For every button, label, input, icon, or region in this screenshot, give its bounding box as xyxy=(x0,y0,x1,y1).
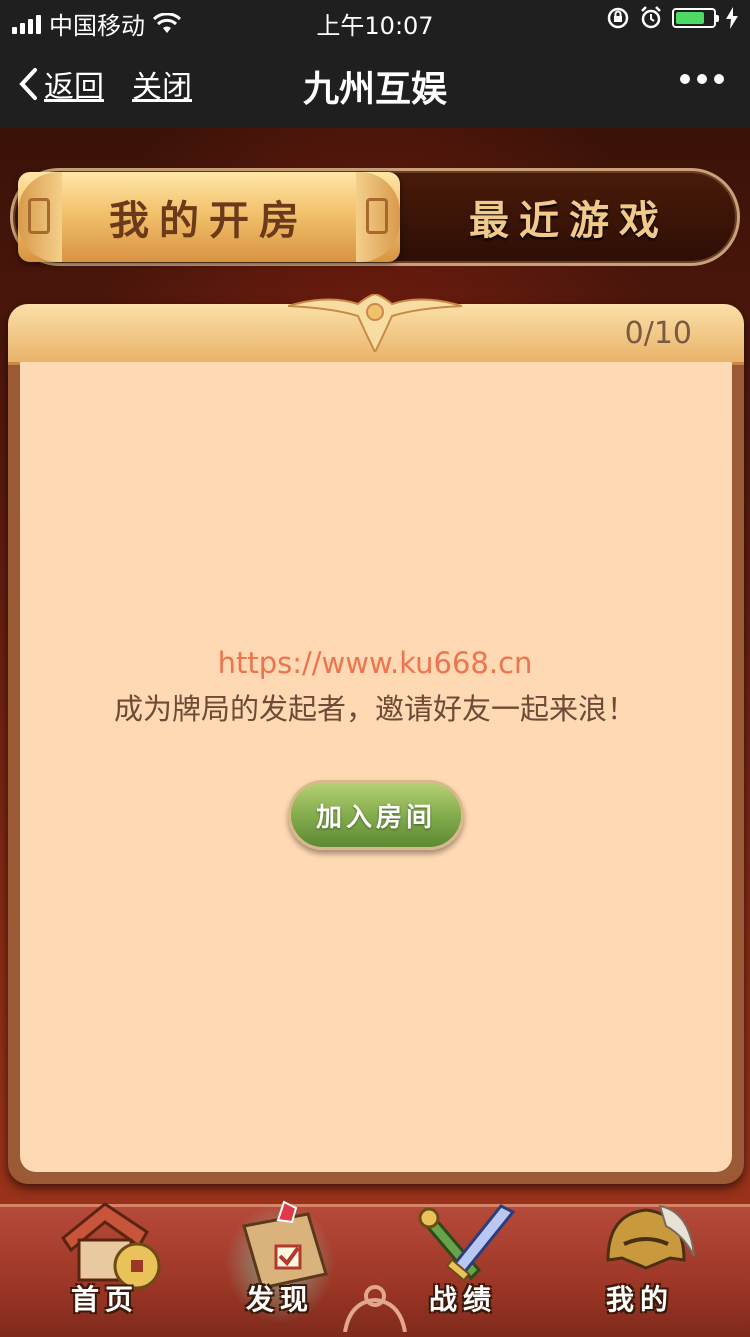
cloud-ornament-icon xyxy=(288,294,462,352)
nav-item-records[interactable]: 战绩 xyxy=(388,1196,538,1332)
nav-label: 我的 xyxy=(605,1283,674,1316)
close-button[interactable]: 关闭 xyxy=(132,62,192,106)
alarm-icon xyxy=(641,6,661,29)
more-button[interactable] xyxy=(680,74,724,84)
back-button[interactable]: 返回 xyxy=(18,62,104,106)
tab-label: 我的开房 xyxy=(109,197,309,244)
battery-icon xyxy=(672,8,719,28)
knot-ornament-icon xyxy=(356,172,400,262)
ellipsis-icon xyxy=(680,74,690,84)
nav-item-discover[interactable]: 发现 xyxy=(205,1196,355,1332)
tab-my-rooms[interactable]: 我的开房 xyxy=(18,172,400,262)
join-room-button[interactable]: 加入房间 xyxy=(288,780,464,850)
status-bar: 中国移动 上午10:07 xyxy=(0,0,750,40)
status-right xyxy=(606,6,738,30)
nav-label: 首页 xyxy=(70,1283,139,1316)
nav-label: 战绩 xyxy=(428,1283,497,1316)
knot-ornament-icon xyxy=(18,172,62,262)
back-label: 返回 xyxy=(44,70,104,105)
page-title: 九州互娱 xyxy=(302,69,447,110)
nav-label: 发现 xyxy=(245,1283,314,1316)
nav-bar: 返回 关闭 九州互娱 xyxy=(0,40,750,128)
nav-item-mine[interactable]: 我的 xyxy=(565,1196,715,1332)
watermark-url: https://www.ku668.cn xyxy=(217,646,533,680)
rotation-lock-icon xyxy=(607,7,629,29)
charging-icon xyxy=(726,7,738,29)
room-count: 0/10 xyxy=(624,316,692,351)
tab-recent-games[interactable]: 最近游戏 xyxy=(404,172,734,262)
nav-item-home[interactable]: 首页 xyxy=(30,1196,180,1332)
empty-state-message: 成为牌局的发起者，邀请好友一起来浪！ xyxy=(113,692,636,726)
tab-label: 最近游戏 xyxy=(469,197,669,244)
panel-body xyxy=(20,362,732,1172)
chevron-left-icon xyxy=(19,68,37,100)
